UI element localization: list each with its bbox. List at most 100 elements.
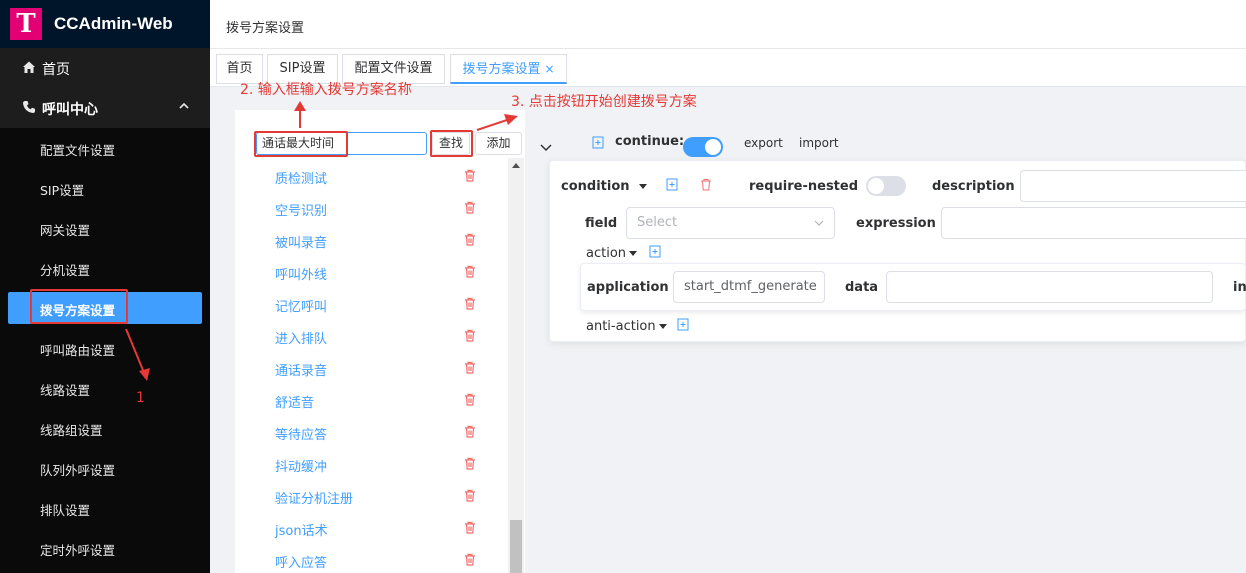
sidebar-item-label: 排队设置 [40,503,91,518]
add-doc-icon[interactable] [666,178,678,191]
dialplan-list-item[interactable]: 呼叫外线 [275,264,327,283]
sidebar-group-call-center[interactable]: 呼叫中心 [0,88,210,128]
scrollbar[interactable] [508,158,524,573]
sidebar-item-scheduled-outbound-settings[interactable]: 定时外呼设置 [0,528,210,573]
home-icon [23,61,35,73]
dialplan-list-item[interactable]: 等待应答 [275,424,327,443]
dialplan-list-item[interactable]: 验证分机注册 [275,488,353,507]
dialplan-list-item[interactable]: 空号识别 [275,200,327,219]
sidebar-item-label: 定时外呼设置 [40,543,116,558]
sidebar-item-label: 队列外呼设置 [40,463,116,478]
expression-label: expression [856,216,936,231]
annotation-step1: 1 [136,390,145,406]
chevron-down-icon[interactable] [539,142,553,154]
delete-icon[interactable] [464,457,476,470]
dialplan-list-item[interactable]: 质检测试 [275,168,327,187]
application-label: application [587,280,669,295]
add-doc-icon[interactable] [592,136,604,149]
dialplan-list-item[interactable]: 呼入应答 [275,552,327,571]
delete-icon[interactable] [464,553,476,566]
sidebar-item-gateway-settings[interactable]: 网关设置 [0,208,210,248]
data-label: data [845,280,879,295]
toggle-knob [868,178,884,194]
sidebar-item-label: 线路设置 [40,383,91,398]
tab-dialplan-settings[interactable]: 拨号方案设置 × [450,54,567,84]
scroll-up-icon[interactable] [512,163,520,168]
delete-icon[interactable] [464,393,476,406]
sidebar-item-sip-settings[interactable]: SIP设置 [0,168,210,208]
sidebar-item-label: 配置文件设置 [40,143,116,158]
phone-icon [23,101,35,113]
sidebar-item-label: 分机设置 [40,263,91,278]
sidebar-group-label: 呼叫中心 [42,102,98,118]
continue-toggle[interactable] [683,137,723,157]
field-label: field [585,216,618,231]
caret-down-icon [658,324,667,329]
add-doc-icon[interactable] [649,245,661,258]
delete-icon[interactable] [464,297,476,310]
dialplan-list-item[interactable]: 被叫录音 [275,232,327,251]
delete-icon[interactable] [464,201,476,214]
tab-label: 首页 [226,61,253,76]
export-link[interactable]: export [744,136,783,150]
sidebar-item-profile-settings[interactable]: 配置文件设置 [0,128,210,168]
dialplan-list-item[interactable]: 通话录音 [275,360,327,379]
add-button[interactable]: 添加 [475,132,522,155]
annotation-arrow-icon [125,328,150,381]
data-input[interactable] [886,271,1213,303]
condition-label[interactable]: condition [561,179,647,194]
delete-icon[interactable] [464,233,476,246]
field-select-placeholder: Select [637,215,678,230]
close-icon[interactable]: × [544,62,554,76]
add-doc-icon[interactable] [677,318,689,331]
field-select[interactable]: Select [626,207,835,239]
continue-label: continue: [615,134,685,149]
sidebar: T CCAdmin-Web 首页 呼叫中心 配置文件设置 SIP设置 网关设置 … [0,0,210,573]
description-input[interactable] [1020,170,1246,202]
sidebar-item-label: 线路组设置 [40,423,103,438]
require-nested-label: require-nested [749,179,859,194]
sidebar-item-line-settings[interactable]: 线路设置 [0,368,210,408]
caret-down-icon [629,251,638,256]
scrollbar-thumb[interactable] [510,520,522,573]
dialplan-list-item[interactable]: 抖动缓冲 [275,456,327,475]
delete-icon[interactable] [464,425,476,438]
tab-label: SIP设置 [279,61,326,76]
sidebar-item-queue-outbound-settings[interactable]: 队列外呼设置 [0,448,210,488]
annotation-arrow-icon [476,114,518,131]
top-header: 拨号方案设置 [210,0,1246,49]
cut-off-label: in [1233,280,1246,295]
sidebar-item-home[interactable]: 首页 [0,48,210,88]
import-link[interactable]: import [799,136,839,150]
delete-icon[interactable] [464,361,476,374]
sidebar-item-call-route-settings[interactable]: 呼叫路由设置 [0,328,210,368]
delete-icon[interactable] [464,265,476,278]
condition-text: condition [561,179,630,194]
chevron-down-icon [814,220,824,226]
sidebar-item-extension-settings[interactable]: 分机设置 [0,248,210,288]
sidebar-item-line-group-settings[interactable]: 线路组设置 [0,408,210,448]
dialplan-list-item[interactable]: 舒适音 [275,392,314,411]
application-input[interactable]: start_dtmf_generate [673,271,825,303]
require-nested-toggle[interactable] [866,176,906,196]
sidebar-item-label: SIP设置 [40,183,85,198]
dialplan-list-item[interactable]: 记忆呼叫 [275,296,327,315]
sidebar-item-queue-settings[interactable]: 排队设置 [0,488,210,528]
dialplan-list-item[interactable]: json话术 [275,520,328,539]
delete-icon[interactable] [700,178,712,191]
delete-icon[interactable] [464,489,476,502]
dialplan-list-item[interactable]: 进入排队 [275,328,327,347]
delete-icon[interactable] [464,169,476,182]
description-label: description [932,179,1015,194]
chevron-up-icon [179,102,189,109]
expression-input[interactable] [941,207,1246,239]
delete-icon[interactable] [464,521,476,534]
sidebar-item-label: 首页 [42,62,70,78]
anti-action-menu[interactable]: anti-action [586,319,667,334]
delete-icon[interactable] [464,329,476,342]
annotation-highlight-search-input [254,131,348,157]
caret-down-icon [638,184,647,189]
sidebar-item-label: 呼叫路由设置 [40,343,116,358]
action-menu[interactable]: action [586,246,638,261]
annotation-step2: 2. 输入框输入拨号方案名称 [240,82,412,98]
